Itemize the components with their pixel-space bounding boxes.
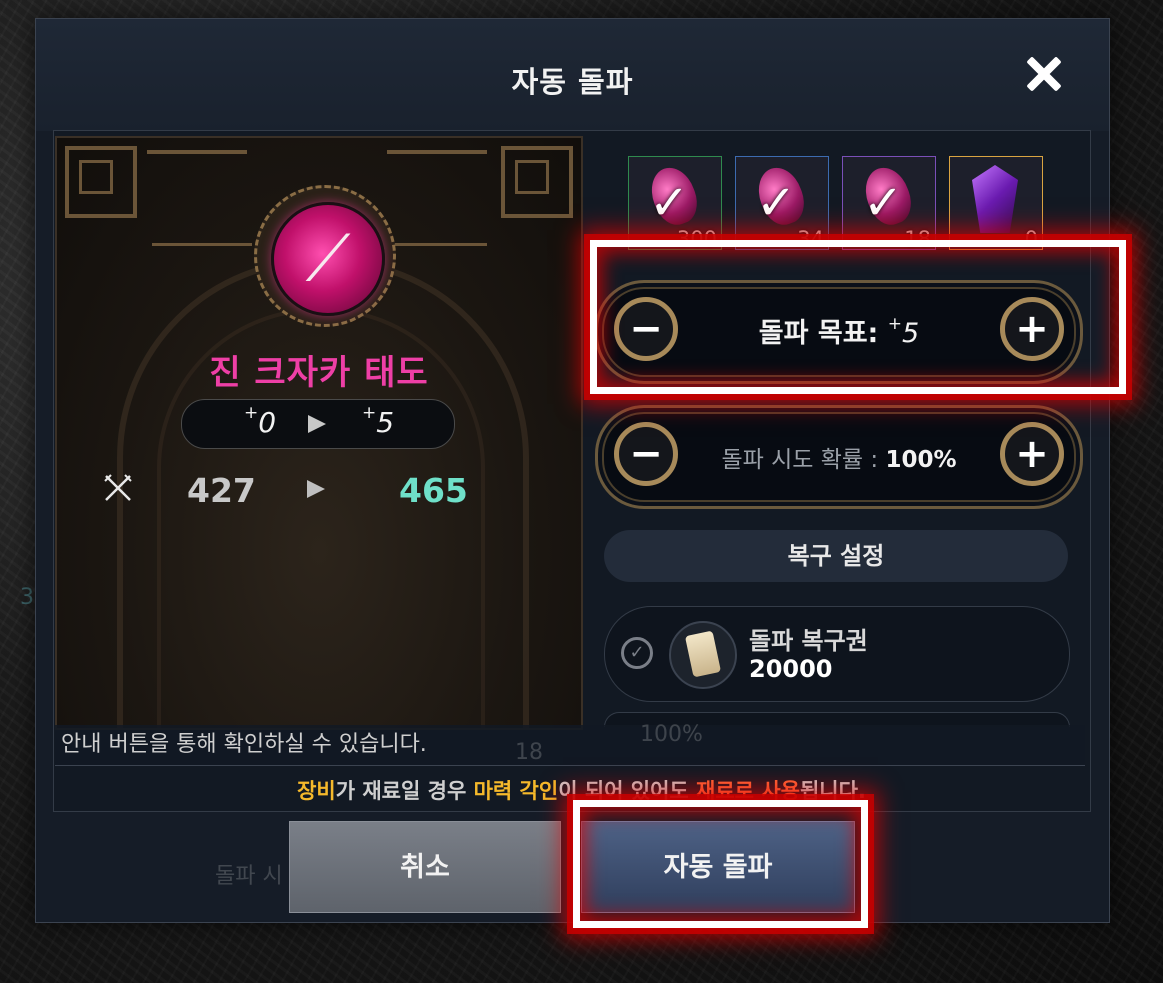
bg-percent-mid: 100% [640, 722, 703, 747]
katana-icon: ⟋ [271, 202, 385, 316]
ornament-line [387, 243, 487, 246]
arrow-right-icon [308, 415, 326, 433]
item-preview-panel: ⟋ 진 크자카 태도 +0 +5 427 465 [55, 136, 583, 730]
check-icon: ✓ [863, 175, 904, 231]
level-to: +5 [362, 402, 395, 439]
ornament-corner-tr [501, 146, 573, 218]
check-circle-icon[interactable]: ✓ [621, 637, 653, 669]
bg-text-bottom: 돌파 시 [215, 864, 283, 889]
recovery-ticket-name: 돌파 복구권 [749, 627, 868, 655]
arrow-right-icon [307, 480, 325, 498]
dialog-title: 자동 돌파 [511, 65, 634, 99]
divider [55, 765, 1085, 766]
annotation-highlight-auto-button [573, 800, 868, 928]
material-slot-4[interactable]: 0 [949, 156, 1043, 251]
material-slot-1[interactable]: ✓ 300 [628, 156, 722, 251]
item-icon-frame: ⟋ [254, 185, 396, 327]
recovery-ticket-item[interactable]: ✓ 돌파 복구권 20000 [604, 606, 1070, 702]
ornament-line [147, 150, 247, 154]
annotation-highlight-target [590, 240, 1126, 394]
level-change-pill: +0 +5 [181, 399, 455, 449]
crystal-icon [972, 165, 1018, 233]
level-from: +0 [244, 402, 277, 439]
attack-from: 427 [187, 471, 256, 510]
ornament-line [152, 243, 252, 246]
recovery-ticket-count: 20000 [749, 655, 833, 683]
crossed-swords-icon [104, 474, 132, 501]
material-slot-3[interactable]: ✓ 18 [842, 156, 936, 251]
ornament-line [387, 150, 487, 154]
check-icon: ✓ [649, 175, 690, 231]
dialog-header: 자동 돌파 [36, 19, 1109, 131]
close-icon[interactable] [1019, 49, 1069, 99]
bg-count-mid: 18 [515, 740, 543, 765]
cancel-button[interactable]: 취소 [289, 821, 561, 913]
ornament-corner-tl [65, 146, 137, 218]
attempt-chance-control: − 돌파 시도 확률 : 100% + [595, 405, 1083, 509]
scroll-icon [669, 621, 737, 689]
item-name: 진 크자카 태도 [209, 353, 429, 393]
attack-to: 465 [399, 471, 468, 510]
check-icon: ✓ [756, 175, 797, 231]
info-text: 안내 버튼을 통해 확인하실 수 있습니다. [55, 725, 1085, 765]
material-slot-2[interactable]: ✓ 34 [735, 156, 829, 251]
recovery-settings-header[interactable]: 복구 설정 [604, 530, 1068, 582]
chance-plus-button[interactable]: + [1000, 422, 1064, 486]
